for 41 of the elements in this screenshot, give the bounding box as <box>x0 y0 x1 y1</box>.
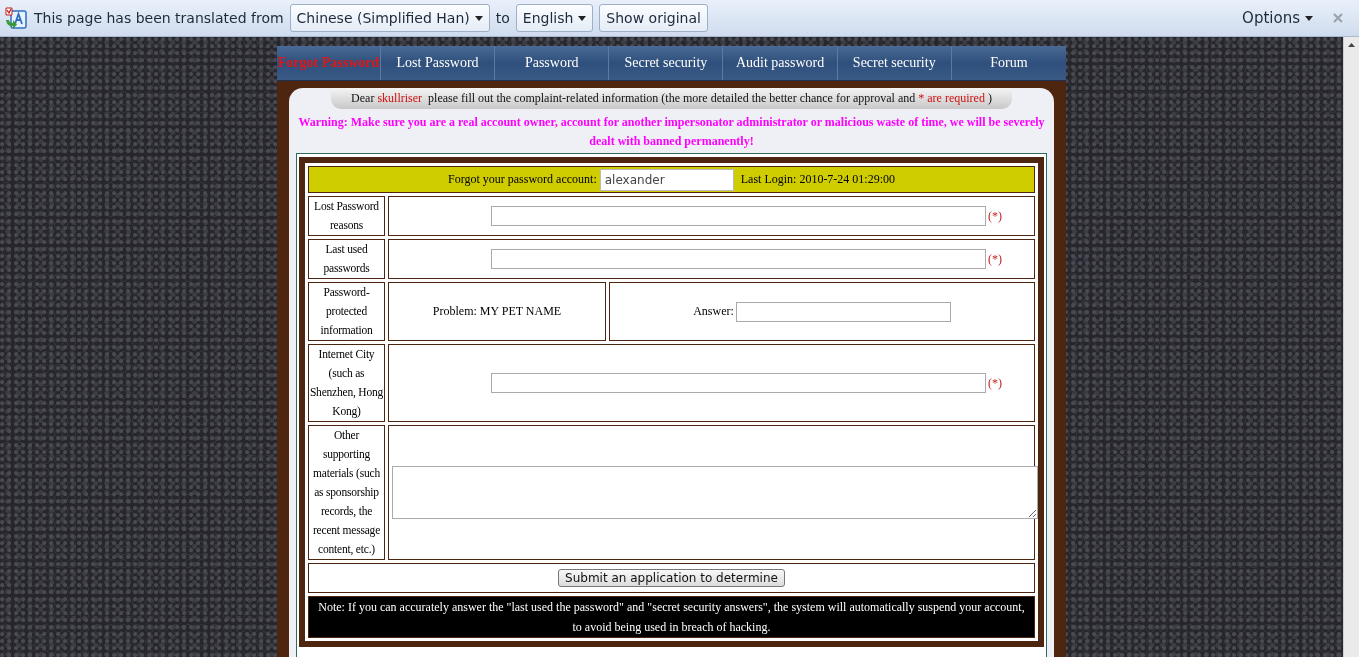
show-original-button[interactable]: Show original <box>599 4 708 32</box>
input-field[interactable] <box>491 373 986 393</box>
close-icon[interactable] <box>1333 13 1343 23</box>
nav-link[interactable]: Secret security <box>837 46 952 80</box>
language-dropdown[interactable]: English <box>515 4 594 32</box>
required-mark: (*) <box>988 208 1002 224</box>
note-text: Note: If you can accurately answer the "last used the password" and "secret security answers", the system will automatically suspend your account, to avoid being used in breach of hacking. <box>308 596 1035 638</box>
nav-link[interactable]: Password <box>495 46 610 80</box>
materials-field[interactable] <box>392 466 1038 519</box>
row-label: Password-protected information <box>308 282 385 341</box>
input-field[interactable] <box>491 249 986 269</box>
required-mark: (*) <box>988 251 1002 267</box>
required-mark: (*) <box>988 375 1002 391</box>
problem-text: Problem: MY PET NAME <box>432 304 562 318</box>
nav-link[interactable]: Secret security <box>609 46 724 80</box>
row-label: Other supporting materials (such as sponsorship records, the recent message content, etc.) <box>308 425 385 560</box>
options-menu[interactable]: Options <box>1238 9 1317 27</box>
nav-link[interactable]: Lost Password <box>381 46 496 80</box>
account-label: Forgot your password account: <box>447 172 597 187</box>
nav-link[interactable]: Forum <box>951 46 1066 80</box>
translate-icon <box>4 6 28 30</box>
answer-label: Answer: <box>693 304 734 319</box>
row-label: Internet City (such as Shenzhen, Hong Kong) <box>308 344 385 422</box>
row-label: Last used passwords <box>308 239 385 279</box>
last-login-text: Last Login: 2010-7-24 01:29:00 <box>740 172 896 187</box>
nav-link[interactable]: Audit password <box>723 46 838 80</box>
translate-message: This page has been translated from <box>34 10 284 26</box>
answer-field[interactable] <box>735 301 951 322</box>
notice-text: Dear skullriser please fill out the complaint-related information (the more detailed the better chance for approval and * are required ) <box>331 88 1012 109</box>
scroll-up-icon[interactable] <box>1348 43 1355 47</box>
connector-text: to <box>495 10 510 26</box>
account-field[interactable]: alexander <box>599 168 734 191</box>
caret-icon <box>474 15 483 21</box>
language-dropdown[interactable]: Chinese (Simplified Han) <box>289 4 490 32</box>
submit-button[interactable]: Submit an application to determine <box>558 569 785 587</box>
scrollbar[interactable] <box>1343 37 1359 657</box>
caret-icon <box>578 15 587 21</box>
row-label: Lost Password reasons <box>308 196 385 236</box>
input-field[interactable] <box>491 206 986 226</box>
caret-icon <box>1305 15 1313 21</box>
warning-text: Warning: Make sure you are a real account owner, account for another impersonator administrator or malicious waste of time, we will be severely dealt with banned permanently! <box>297 114 1046 150</box>
